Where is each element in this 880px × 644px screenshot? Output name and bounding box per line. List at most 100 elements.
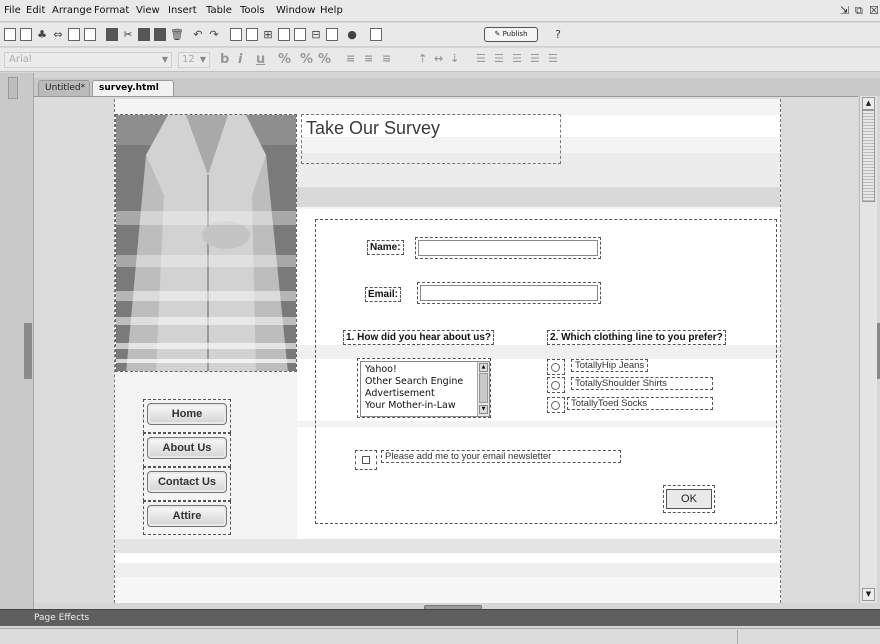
menu-window[interactable]: Window [276,5,315,16]
footer-stripe [115,539,780,553]
name-field[interactable] [415,237,601,259]
insert-image-icon[interactable] [246,28,258,41]
paste-icon[interactable] [154,28,166,41]
nav-home[interactable]: Home [143,399,231,433]
menu-insert[interactable]: Insert [168,5,197,16]
open-icon[interactable]: ⇔ [52,28,64,41]
nav-contact[interactable]: Contact Us [143,467,231,501]
insert-text-icon[interactable] [230,28,242,41]
newsletter-checkbox[interactable] [355,450,377,470]
menu-edit[interactable]: Edit [26,5,45,16]
tab-survey[interactable]: survey.html [92,80,174,96]
about-us-button[interactable]: About Us [147,437,227,459]
nav-about[interactable]: About Us [143,433,231,467]
print-icon[interactable] [106,28,118,41]
scroll-thumb[interactable] [862,110,875,202]
model-photo[interactable] [115,114,297,372]
list-item[interactable]: Other Search Engine [365,376,463,387]
browser-preview-icon[interactable] [370,28,382,41]
preview-icon[interactable]: ● [346,28,358,41]
contact-us-button[interactable]: Contact Us [147,471,227,493]
maximize-icon[interactable]: ⧉ [855,4,863,18]
menu-view[interactable]: View [136,5,160,16]
restore-icon[interactable]: ⇲ [840,4,849,17]
underline-button[interactable]: u [256,52,265,67]
vertical-top-icon[interactable]: ⇡ [418,52,427,65]
nav-attire[interactable]: Attire [143,501,231,535]
text-color-icon[interactable]: % [278,52,291,67]
insert-form-icon[interactable] [278,28,290,41]
radio-jeans[interactable] [547,359,565,375]
list-item[interactable]: Yahoo! [365,364,397,375]
title-text-box[interactable]: Take Our Survey [301,114,561,164]
bullet-list-icon[interactable]: ☰ [476,52,486,65]
insert-layer-icon[interactable]: ⊟ [310,28,322,41]
vertical-scrollbar[interactable]: ▲ ▼ [859,96,877,603]
radio-socks[interactable] [547,397,565,413]
side-panel-grip[interactable] [24,323,32,379]
outline-list-icon[interactable]: ☰ [512,52,522,65]
align-center-icon[interactable]: ≡ [364,52,373,65]
attire-button[interactable]: Attire [147,505,227,527]
save-icon[interactable] [68,28,80,41]
listbox-scroll-thumb[interactable] [479,373,488,403]
outdent-icon[interactable]: ☰ [530,52,540,65]
vertical-middle-icon[interactable]: ↔ [434,52,443,65]
highlight-icon[interactable]: % [300,52,313,67]
redo-icon[interactable]: ↷ [208,28,220,41]
italic-button[interactable]: i [238,52,242,67]
font-family-select[interactable]: Arial ▼ [4,52,172,68]
align-right-icon[interactable]: ≡ [382,52,391,65]
bold-button[interactable]: b [220,52,229,67]
list-item[interactable]: Advertisement [365,388,435,399]
tab-untitled[interactable]: Untitled* [38,80,90,96]
status-divider [737,630,738,644]
dock-handle[interactable] [8,77,18,99]
radio-shirts[interactable] [547,377,565,393]
menu-tools[interactable]: Tools [240,5,265,16]
radio-shirts-label: TotallyShoulder Shirts [571,377,713,390]
publish-button[interactable]: ✎ Publish [484,27,538,42]
menu-arrange[interactable]: Arrange [52,5,92,16]
undo-icon[interactable]: ↶ [192,28,204,41]
insert-media-icon[interactable] [326,28,338,41]
copy-icon[interactable] [138,28,150,41]
chevron-down-icon: ▼ [161,55,168,64]
menu-file[interactable]: File [4,5,21,16]
font-size-select[interactable]: 12 ▼ [178,52,210,68]
save-all-icon[interactable] [84,28,96,41]
close-icon[interactable]: ☒ [869,4,879,17]
menu-table[interactable]: Table [206,5,232,16]
new-page-icon[interactable] [4,28,16,41]
scroll-down-icon[interactable]: ▼ [479,405,488,414]
vertical-bottom-icon[interactable]: ⇣ [450,52,459,65]
list-item[interactable]: Your Mother-in-Law [365,400,456,411]
newsletter-label: Please add me to your email newsletter [381,450,621,463]
listbox-scrollbar[interactable]: ▲ ▼ [477,362,489,416]
menu-help[interactable]: Help [320,5,343,16]
delete-icon[interactable]: 🗑 [170,28,184,41]
styles-icon[interactable]: % [318,52,331,67]
cut-icon[interactable]: ✂ [122,28,134,41]
page-effects-panel[interactable]: Page Effects [0,609,880,626]
insert-table-icon[interactable]: ⊞ [262,28,274,41]
referral-listbox[interactable]: Yahoo! Other Search Engine Advertisement… [357,358,491,418]
home-button[interactable]: Home [147,403,227,425]
site-map-icon[interactable]: ♣ [36,28,48,41]
footer-background [115,577,780,603]
insert-field-icon[interactable] [294,28,306,41]
scroll-down-icon[interactable]: ▼ [862,588,875,601]
question-1-label: 1. How did you hear about us? [343,330,495,345]
document-tab-bar: Untitled* survey.html [34,78,880,96]
numbered-list-icon[interactable]: ☰ [494,52,504,65]
standard-toolbar: ♣ ⇔ ✂ 🗑 ↶ ↷ ⊞ ⊟ ● ✎ Publish ? [0,23,880,47]
help-icon[interactable]: ? [552,28,564,41]
new-site-icon[interactable] [20,28,32,41]
ok-button[interactable]: OK [666,489,712,509]
align-left-icon[interactable]: ≡ [346,52,355,65]
menu-format[interactable]: Format [94,5,129,16]
indent-icon[interactable]: ☰ [548,52,558,65]
email-field[interactable] [417,282,601,304]
scroll-up-icon[interactable]: ▲ [862,97,875,110]
scroll-up-icon[interactable]: ▲ [479,363,488,372]
